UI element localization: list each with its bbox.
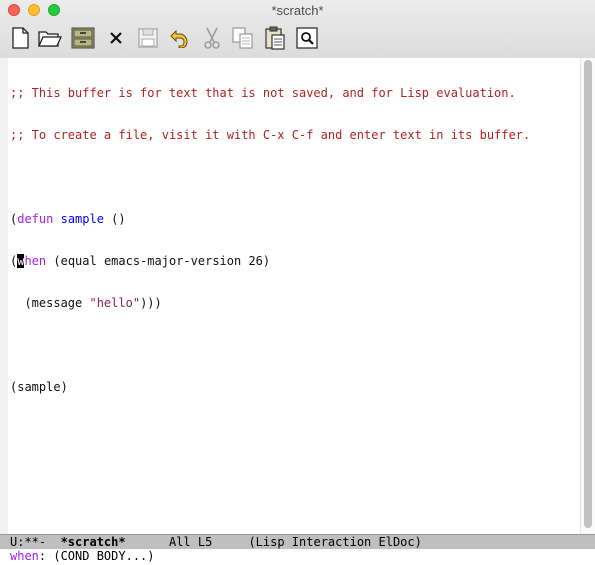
eldoc-signature: : (COND BODY...): [38, 549, 155, 563]
search-icon: [296, 27, 318, 49]
save-icon: [138, 28, 158, 48]
title-bar: *scratch*: [0, 0, 595, 59]
buffer-position: All L5: [168, 535, 213, 549]
open-folder-icon: [38, 31, 62, 47]
new-file-icon: [12, 27, 29, 49]
major-minor-modes[interactable]: (Lisp Interaction ElDoc): [248, 535, 421, 549]
code-line-call: (sample): [10, 380, 68, 394]
cut-icon: [204, 27, 220, 49]
eldoc-keyword: when: [10, 549, 39, 563]
undo-button[interactable]: [167, 26, 191, 50]
code-line-message: (message "hello"))): [10, 296, 575, 310]
save-button[interactable]: [136, 26, 160, 50]
empty-line: [10, 170, 575, 184]
window-title: *scratch*: [271, 3, 324, 18]
echo-area: when: (COND BODY...): [0, 549, 595, 565]
dired-cabinet-icon: [71, 27, 95, 49]
emacs-window: *scratch* ;; This buffer is for text tha…: [0, 0, 595, 565]
editor-area[interactable]: ;; This buffer is for text that is not s…: [0, 58, 580, 534]
comment-line-2: ;; To create a file, visit it with C-x C…: [10, 128, 531, 142]
keyword-defun: defun: [17, 212, 54, 226]
comment-line-1: ;; This buffer is for text that is not s…: [10, 86, 516, 100]
open-file-button[interactable]: [38, 26, 62, 50]
vertical-scrollbar[interactable]: [580, 58, 595, 534]
code-line-when: (when (equal emacs-major-version 26): [10, 254, 575, 268]
keyword-when: hen: [24, 254, 47, 268]
arg-list: (): [103, 212, 126, 226]
search-button[interactable]: [295, 26, 319, 50]
mode-line[interactable]: U:**- *scratch* All L5 (Lisp Interaction…: [0, 534, 595, 549]
close-icon: [110, 32, 122, 44]
cut-button[interactable]: [200, 26, 224, 50]
closing-parens: ))): [140, 296, 162, 310]
empty-line: [10, 338, 575, 352]
string-literal: "hello": [89, 296, 141, 310]
left-fringe: [0, 58, 8, 534]
copy-button[interactable]: [231, 26, 255, 50]
modeline-buffer-name[interactable]: *scratch*: [61, 535, 126, 549]
dired-button[interactable]: [71, 26, 95, 50]
function-name: sample: [60, 212, 104, 226]
code-line-defun: (defun sample (): [10, 212, 575, 226]
message-call: (message: [10, 296, 90, 310]
copy-icon: [232, 27, 253, 49]
scrollbar-thumb[interactable]: [584, 60, 592, 528]
when-condition: (equal emacs-major-version 26): [46, 254, 271, 268]
new-file-button[interactable]: [8, 26, 32, 50]
kill-buffer-button[interactable]: [104, 26, 128, 50]
paste-button[interactable]: [263, 26, 287, 50]
buffer-status: U:**-: [10, 535, 47, 549]
paste-icon: [265, 26, 285, 50]
undo-icon: [170, 29, 188, 48]
buffer-text[interactable]: ;; This buffer is for text that is not s…: [10, 58, 575, 534]
